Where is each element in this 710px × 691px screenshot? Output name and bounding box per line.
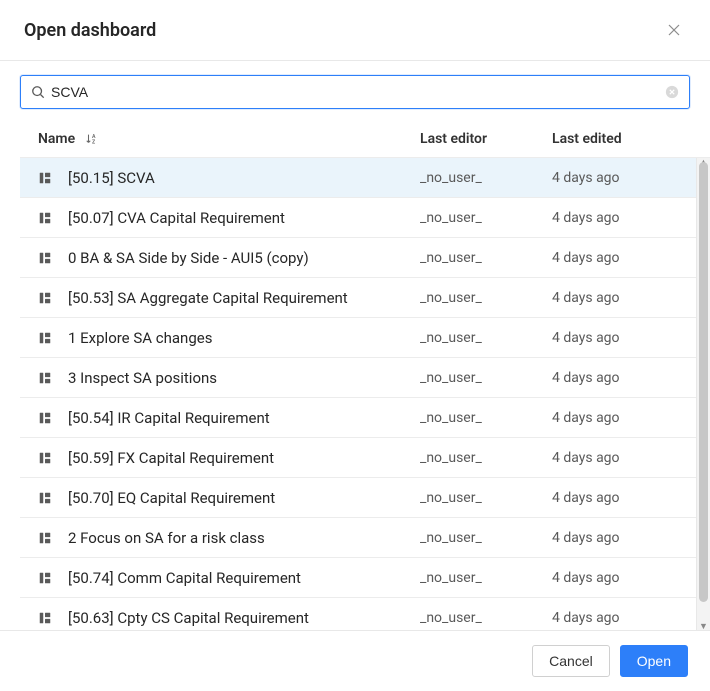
dashboard-table: Name A Z Last editor Last edited [50.15]… [0,121,710,630]
close-button[interactable] [662,18,686,42]
row-name-label: [50.54] IR Capital Requirement [68,409,270,427]
dashboard-icon [38,291,52,305]
dashboard-icon [38,251,52,265]
dashboard-icon [38,531,52,545]
cell-editor: _no_user_ [420,170,552,186]
close-icon [666,22,682,38]
cell-edited: 4 days ago [552,290,696,306]
dashboard-icon [38,171,52,185]
cell-edited: 4 days ago [552,370,696,386]
cell-editor: _no_user_ [420,410,552,426]
cell-edited: 4 days ago [552,530,696,546]
cell-edited: 4 days ago [552,410,696,426]
cell-edited: 4 days ago [552,570,696,586]
dialog-title: Open dashboard [24,20,156,41]
cell-edited: 4 days ago [552,330,696,346]
table-row[interactable]: 2 Focus on SA for a risk class _no_user_4… [20,518,696,558]
cell-name: [50.70] EQ Capital Requirement [38,489,420,507]
column-header-name[interactable]: Name A Z [38,131,420,147]
clear-icon [665,85,679,99]
cell-editor: _no_user_ [420,570,552,586]
dashboard-icon [38,411,52,425]
table-row[interactable]: [50.63] Cpty CS Capital Requirement _no_u… [20,598,696,630]
cell-edited: 4 days ago [552,210,696,226]
row-name-label: [50.74] Comm Capital Requirement [68,569,301,587]
cell-name: 3 Inspect SA positions [38,369,420,387]
scroll-down-arrow[interactable]: ▼ [697,620,710,630]
search-icon [21,85,51,99]
row-name-label: 2 Focus on SA for a risk class [68,529,265,547]
table-header: Name A Z Last editor Last edited [20,121,710,158]
cell-editor: _no_user_ [420,330,552,346]
table-row[interactable]: [50.53] SA Aggregate Capital Requirement… [20,278,696,318]
dashboard-icon [38,331,52,345]
cell-edited: 4 days ago [552,490,696,506]
cell-edited: 4 days ago [552,610,696,626]
table-row[interactable]: [50.70] EQ Capital Requirement _no_user_4… [20,478,696,518]
row-name-label: 0 BA & SA Side by Side - AUI5 (copy) [68,249,309,267]
row-name-label: 3 Inspect SA positions [68,369,217,387]
cell-edited: 4 days ago [552,450,696,466]
cell-edited: 4 days ago [552,170,696,186]
column-header-edited[interactable]: Last edited [552,131,710,147]
row-name-label: [50.63] Cpty CS Capital Requirement [68,609,309,627]
cell-editor: _no_user_ [420,490,552,506]
search-box[interactable] [20,75,690,109]
dialog-footer: Cancel Open [0,630,710,691]
open-button[interactable]: Open [620,645,688,677]
column-header-editor[interactable]: Last editor [420,131,552,147]
row-name-label: [50.70] EQ Capital Requirement [68,489,275,507]
dashboard-icon [38,491,52,505]
cell-name: [50.15] SCVA [38,169,420,187]
table-row[interactable]: [50.54] IR Capital Requirement _no_user_4… [20,398,696,438]
scrollbar-thumb[interactable] [699,162,708,602]
cancel-button[interactable]: Cancel [532,645,610,677]
table-row[interactable]: 0 BA & SA Side by Side - AUI5 (copy) _no_… [20,238,696,278]
cell-name: [50.63] Cpty CS Capital Requirement [38,609,420,627]
clear-search-button[interactable] [659,85,689,99]
dashboard-icon [38,571,52,585]
dialog-header: Open dashboard [0,0,710,61]
scrollbar[interactable]: ▲ ▼ [696,158,710,630]
table-row[interactable]: 1 Explore SA changes _no_user_4 days ago [20,318,696,358]
dashboard-icon [38,451,52,465]
table-row[interactable]: [50.74] Comm Capital Requirement _no_user… [20,558,696,598]
dashboard-icon [38,611,52,625]
cell-editor: _no_user_ [420,450,552,466]
cell-editor: _no_user_ [420,210,552,226]
open-dashboard-dialog: Open dashboard [0,0,710,691]
cell-name: [50.07] CVA Capital Requirement [38,209,420,227]
cell-name: 1 Explore SA changes [38,329,420,347]
cell-editor: _no_user_ [420,530,552,546]
sort-icon: A Z [85,132,99,146]
search-row [0,61,710,121]
cell-editor: _no_user_ [420,610,552,626]
dashboard-icon [38,211,52,225]
row-name-label: [50.15] SCVA [68,169,155,187]
table-body: [50.15] SCVA_no_user_4 days ago[50.07] C… [20,158,696,630]
cell-editor: _no_user_ [420,250,552,266]
cell-name: 0 BA & SA Side by Side - AUI5 (copy) [38,249,420,267]
row-name-label: [50.59] FX Capital Requirement [68,449,274,467]
cell-name: [50.74] Comm Capital Requirement [38,569,420,587]
cell-editor: _no_user_ [420,290,552,306]
cell-name: [50.54] IR Capital Requirement [38,409,420,427]
table-row[interactable]: [50.15] SCVA _no_user_4 days ago [20,158,696,198]
cell-editor: _no_user_ [420,370,552,386]
cell-name: [50.59] FX Capital Requirement [38,449,420,467]
row-name-label: 1 Explore SA changes [68,329,212,347]
row-name-label: [50.07] CVA Capital Requirement [68,209,285,227]
table-row[interactable]: [50.07] CVA Capital Requirement _no_user_… [20,198,696,238]
cell-edited: 4 days ago [552,250,696,266]
row-name-label: [50.53] SA Aggregate Capital Requirement [68,289,348,307]
cell-name: [50.53] SA Aggregate Capital Requirement [38,289,420,307]
column-name-label: Name [38,131,75,147]
table-body-container: [50.15] SCVA_no_user_4 days ago[50.07] C… [20,158,710,630]
cell-name: 2 Focus on SA for a risk class [38,529,420,547]
dashboard-icon [38,371,52,385]
search-input[interactable] [51,76,659,108]
svg-text:Z: Z [92,139,96,145]
table-row[interactable]: 3 Inspect SA positions _no_user_4 days ag… [20,358,696,398]
table-row[interactable]: [50.59] FX Capital Requirement _no_user_4… [20,438,696,478]
